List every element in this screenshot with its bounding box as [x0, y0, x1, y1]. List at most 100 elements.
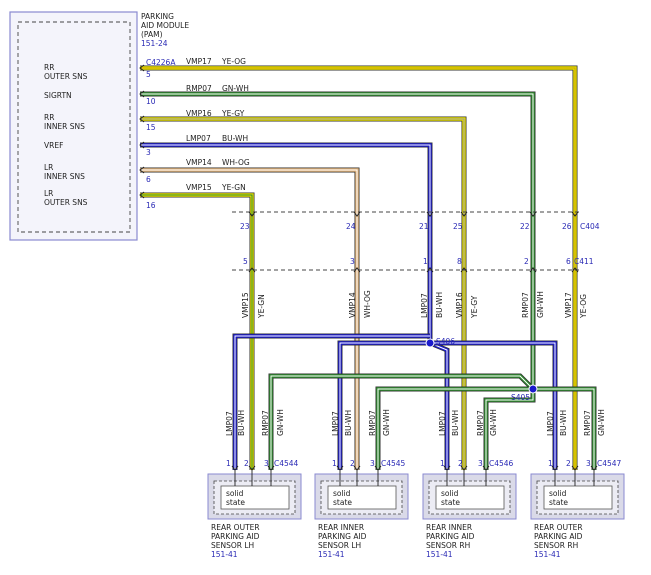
s2-lmp07: LMP07: [331, 411, 340, 436]
c404-pin-25: 25: [453, 222, 463, 231]
module-pin-5: 5: [146, 70, 151, 79]
s4-lmp07: LMP07: [546, 411, 555, 436]
vlabel-lmp07: LMP07: [420, 293, 429, 318]
wire-lmp07-s1-stripe: [234, 335, 430, 470]
s1-gn-wh: GN-WH: [276, 409, 285, 436]
wire-lmp07-trunk-outline: [140, 142, 433, 343]
wire-lmp07-trunk: [140, 143, 432, 343]
wiring-diagram: PARKING AID MODULE (PAM) 151-24 C4226A R…: [9, 11, 625, 559]
wire-color-bu-wh: BU-WH: [222, 134, 248, 143]
splice-s406: S406: [436, 337, 455, 346]
s4-state-2: state: [549, 498, 568, 507]
module-pin-15: 15: [146, 123, 156, 132]
module-pin-10: 10: [146, 97, 156, 106]
vlabel-ye-gn: YE-GN: [257, 294, 266, 319]
s3-connector: C4546: [489, 459, 514, 468]
c411-pin-5: 5: [243, 257, 248, 266]
vlabel-vmp14: VMP14: [348, 292, 357, 318]
wire-label-vmp14: VMP14: [186, 158, 212, 167]
module-pin-numbers: 5 10 15 3 6 16: [146, 70, 156, 210]
c411-pin-1: 1: [423, 257, 428, 266]
sensor-rear-inner-lh: 1 2 3 C4545 solid state REAR INNER PARKI…: [314, 459, 409, 559]
wire-color-gn-wh: GN-WH: [222, 84, 249, 93]
s3-lmp07: LMP07: [438, 411, 447, 436]
s1-name-1: REAR OUTER: [211, 523, 260, 532]
wire-lmp07-s3-outline: [429, 340, 450, 470]
s4-pin-3: 3: [586, 459, 591, 468]
s1-ref: 151-41: [211, 550, 238, 559]
vlabel-ye-og: YE-OG: [579, 294, 588, 319]
wire-vmp14: [140, 168, 359, 470]
pin-label-lr-outer-2: OUTER SNS: [44, 198, 88, 207]
pin-label-rr-inner-2: INNER SNS: [44, 122, 85, 131]
s2-name-1: REAR INNER: [318, 523, 364, 532]
sensor-rear-inner-rh: 1 2 3 C4546 solid state REAR INNER PARKI…: [422, 459, 517, 559]
wire-color-ye-gn: YE-GN: [221, 183, 246, 192]
c404-pin-23: 23: [240, 222, 250, 231]
pin-label-sigrtn: SIGRTN: [44, 91, 72, 100]
c404-pin-22: 22: [520, 222, 530, 231]
wire-color-wh-og: WH-OG: [222, 158, 250, 167]
vlabel-vmp17: VMP17: [564, 292, 573, 318]
connector-c411: C411: [574, 257, 594, 266]
s1-bu-wh: BU-WH: [237, 410, 246, 436]
parking-aid-module: PARKING AID MODULE (PAM) 151-24 C4226A R…: [9, 11, 189, 241]
wire-color-ye-og: YE-OG: [221, 57, 246, 66]
s2-state-1: solid: [333, 489, 351, 498]
wire-label-vmp15: VMP15: [186, 183, 212, 192]
s3-name-1: REAR INNER: [426, 523, 472, 532]
wire-vmp14-outline: [140, 167, 360, 470]
module-ref: 151-24: [141, 39, 168, 48]
wire-label-vmp16: VMP16: [186, 109, 212, 118]
s1-name-3: SENSOR LH: [211, 541, 254, 550]
module-title-line-2: AID MODULE: [141, 21, 189, 30]
s2-pin-1: 1: [332, 459, 337, 468]
s2-pin-3: 3: [370, 459, 375, 468]
wire-lmp07-s3: [429, 341, 449, 470]
s1-connector: C4544: [274, 459, 299, 468]
sensor-rear-outer-lh: 1 2 3 C4544 solid state REAR OUTER PARKI…: [207, 459, 302, 559]
wire-layer: [140, 65, 597, 470]
pin-label-rr-outer-1: RR: [44, 63, 54, 72]
s4-state-1: solid: [549, 489, 567, 498]
s2-name-3: SENSOR LH: [318, 541, 361, 550]
module-pin-3: 3: [146, 148, 151, 157]
s3-bu-wh: BU-WH: [451, 410, 460, 436]
c411-pin-6: 6: [566, 257, 571, 266]
wire-label-vmp17: VMP17: [186, 57, 212, 66]
module-title-line-3: (PAM): [141, 30, 163, 39]
vlabel-gn-wh: GN-WH: [536, 291, 545, 318]
c411-pin-2: 2: [524, 257, 529, 266]
vlabel-bu-wh: BU-WH: [435, 292, 444, 318]
s2-ref: 151-41: [318, 550, 345, 559]
s4-name-2: PARKING AID: [534, 532, 583, 541]
wire-color-ye-gy: YE-GY: [221, 109, 245, 118]
s1-pin-2: 2: [244, 459, 249, 468]
s2-rmp07: RMP07: [368, 410, 377, 436]
pin-label-lr-inner-1: LR: [44, 163, 53, 172]
s3-pin-3: 3: [478, 459, 483, 468]
vlabel-rmp07: RMP07: [521, 292, 530, 318]
splice-s405: S405: [511, 393, 530, 402]
vlabel-ye-gy: YE-GY: [470, 295, 479, 319]
s1-state-1: solid: [226, 489, 244, 498]
pin-label-vref: VREF: [44, 141, 63, 150]
wire-lmp07-s2: [338, 341, 430, 470]
c411-pin-3: 3: [350, 257, 355, 266]
wire-lmp07-trunk-stripe: [140, 144, 431, 343]
s4-pin-2: 2: [566, 459, 571, 468]
splice-dot-s406: [425, 338, 435, 348]
s1-lmp07: LMP07: [225, 411, 234, 436]
wire-lmp07-s1-outline: [232, 333, 430, 470]
s3-state-1: solid: [441, 489, 459, 498]
vlabel-wh-og: WH-OG: [363, 290, 372, 318]
pin-label-rr-outer-2: OUTER SNS: [44, 72, 88, 81]
s4-gn-wh: GN-WH: [597, 409, 606, 436]
wire-lmp07-s3-stripe: [429, 342, 448, 470]
sensor-rear-outer-rh: 1 2 3 C4547 solid state REAR OUTER PARKI…: [530, 459, 625, 559]
c404-pin-26: 26: [562, 222, 572, 231]
s3-name-2: PARKING AID: [426, 532, 475, 541]
wire-label-rmp07: RMP07: [186, 84, 212, 93]
s3-rmp07: RMP07: [476, 410, 485, 436]
s3-ref: 151-41: [426, 550, 453, 559]
